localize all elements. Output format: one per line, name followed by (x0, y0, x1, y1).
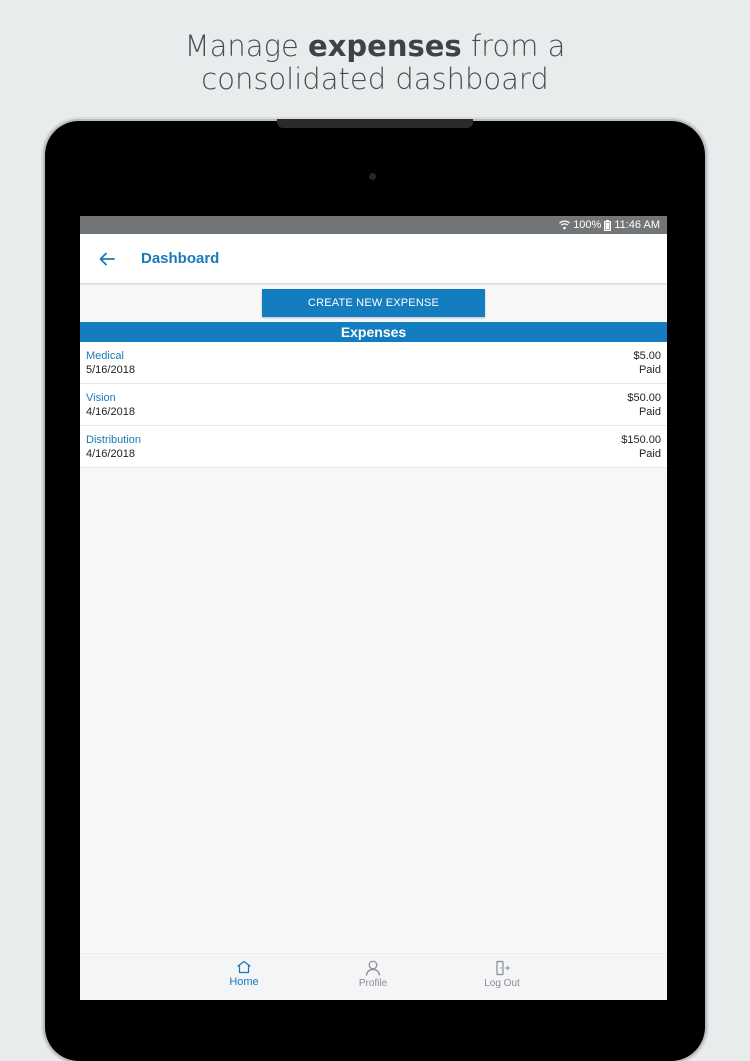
expense-date: 5/16/2018 (86, 364, 135, 376)
create-new-expense-button[interactable]: CREATE NEW EXPENSE (262, 289, 485, 317)
nav-profile[interactable]: Profile (333, 960, 413, 989)
clock: 11:46 AM (614, 219, 660, 231)
headline-line-2: consolidated dashboard (201, 62, 549, 96)
expense-status: Paid (638, 448, 661, 460)
home-icon (237, 960, 251, 974)
expense-category: Distribution (86, 434, 142, 446)
profile-icon (365, 960, 381, 976)
wifi-icon (559, 220, 571, 230)
app-screen: 100% 11:46 AM Dashboard CREATE NEW EXPEN… (80, 216, 667, 1000)
promo-headline: Manage expenses from a consolidated dash… (0, 30, 750, 96)
expense-row-vision[interactable]: Vision 4/16/2018 $50.00 Paid (80, 384, 667, 426)
page-title: Dashboard (141, 250, 220, 267)
headline-bold: expenses (308, 29, 462, 63)
nav-home-label: Home (229, 976, 259, 988)
back-button[interactable] (80, 234, 134, 283)
status-bar: 100% 11:46 AM (80, 216, 667, 234)
nav-profile-label: Profile (358, 978, 388, 989)
bottom-navigation: Home Profile Log Out (80, 953, 667, 1000)
expense-row-distribution[interactable]: Distribution 4/16/2018 $150.00 Paid (80, 426, 667, 468)
arrow-left-icon (99, 252, 115, 265)
expense-category: Medical (86, 350, 124, 362)
headline-suffix: from a (461, 29, 566, 63)
expense-status: Paid (638, 364, 661, 376)
logout-icon (496, 960, 510, 976)
expense-row-medical[interactable]: Medical 5/16/2018 $5.00 Paid (80, 342, 667, 384)
nav-logout-label: Log Out (484, 978, 520, 989)
expenses-section-header: Expenses (80, 322, 667, 342)
expense-amount: $150.00 (621, 434, 661, 446)
battery-percent: 100% (573, 219, 602, 231)
battery-icon (604, 219, 612, 231)
nav-home[interactable]: Home (204, 960, 284, 988)
expense-category: Vision (86, 392, 116, 404)
create-expense-wrapper: CREATE NEW EXPENSE (80, 283, 667, 321)
expense-amount: $5.00 (633, 350, 661, 362)
camera-icon (369, 173, 376, 180)
expense-status: Paid (638, 406, 661, 418)
expense-date: 4/16/2018 (86, 406, 135, 418)
headline-prefix: Manage (184, 29, 309, 63)
expense-amount: $50.00 (627, 392, 661, 404)
app-bar: Dashboard (80, 234, 667, 283)
tablet-notch (277, 119, 473, 128)
expense-date: 4/16/2018 (86, 448, 135, 460)
nav-logout[interactable]: Log Out (462, 960, 542, 989)
expense-list: Medical 5/16/2018 $5.00 Paid Vision 4/16… (80, 342, 667, 468)
headline-line-1: Manage expenses from a (0, 30, 750, 63)
